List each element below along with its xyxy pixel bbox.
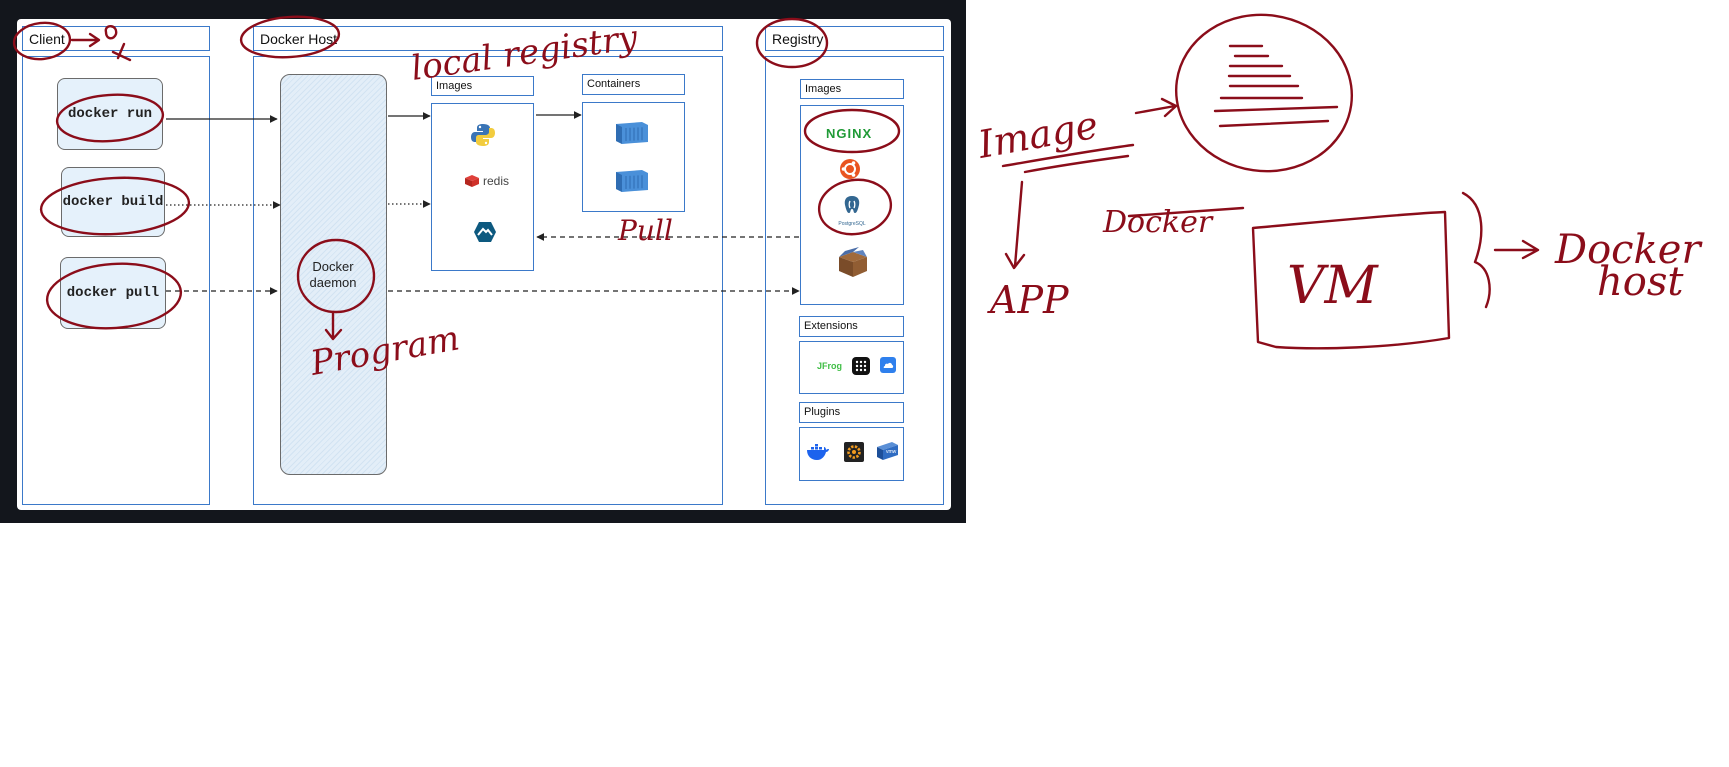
- annotation-docker-host-2: host: [1597, 259, 1684, 305]
- image-to-app-arrow: [1004, 180, 1026, 270]
- annotation-docker-host-1: Docker: [1554, 227, 1703, 273]
- annotation-image: Image: [974, 103, 1101, 167]
- vm-box: [1251, 210, 1451, 350]
- vm-to-docker-host-arrow: [1493, 239, 1540, 260]
- screenshot-frame: Client docker run docker build docker pu…: [0, 0, 966, 523]
- vm-brace: [1461, 191, 1491, 309]
- annotation-app: APP: [987, 278, 1070, 322]
- image-underline-2: [1023, 154, 1130, 174]
- annotation-vm: VM: [1287, 256, 1380, 316]
- image-underline-1: [1001, 143, 1135, 168]
- image-to-sketch-arrow: [1134, 97, 1178, 118]
- annotation-docker: Docker: [1102, 205, 1214, 240]
- connector-arrows: [166, 111, 800, 295]
- docker-architecture-diagram: Client docker run docker build docker pu…: [17, 19, 951, 510]
- circle-image-sketch: [1174, 13, 1354, 173]
